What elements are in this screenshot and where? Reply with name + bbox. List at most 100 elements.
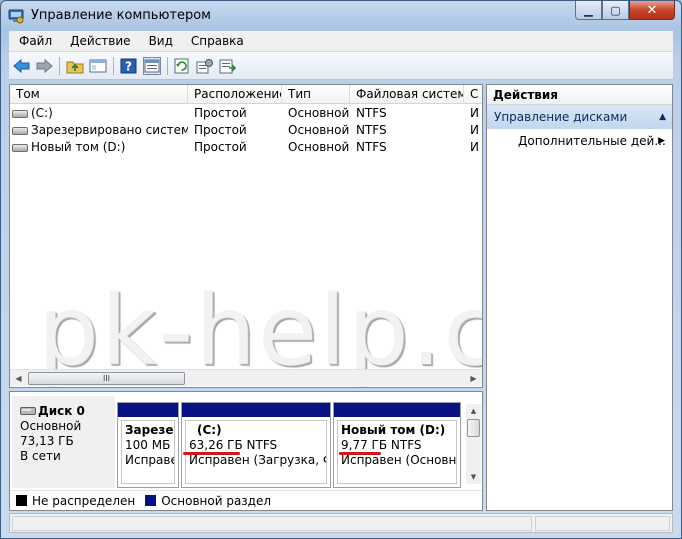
actions-section-disk-management[interactable]: Управление дисками ▲	[487, 105, 672, 129]
computer-management-icon	[8, 9, 24, 24]
volume-name: (C:)	[31, 106, 53, 120]
partition-details: Зарезер 100 МБ N Исправе	[121, 420, 175, 484]
scrollbar-thumb[interactable]: III	[28, 372, 185, 385]
partition-bar	[118, 403, 178, 417]
partition-title: (C:)	[197, 423, 222, 437]
legend-swatch-unallocated	[16, 495, 27, 506]
type-cell: Основной	[288, 123, 350, 137]
actions-section-label: Управление дисками	[494, 110, 628, 124]
partition-size: 63,26 ГБ NTFS	[189, 438, 278, 452]
scroll-up-arrow[interactable]: ▲	[466, 404, 481, 418]
export-list-button[interactable]	[219, 57, 237, 75]
actions-pane: Действия Управление дисками ▲ Дополнител…	[486, 84, 673, 511]
view-pane-icon	[144, 59, 160, 73]
toolbar-separator	[113, 57, 114, 75]
disk-status: В сети	[20, 449, 61, 463]
vertical-scrollbar[interactable]: ▲ ▼	[466, 404, 481, 484]
maximize-icon: ▢	[610, 3, 621, 17]
volume-icon	[12, 110, 28, 118]
scroll-right-arrow[interactable]: ▶	[465, 370, 482, 387]
menu-bar: Файл Действие Вид Справка	[9, 31, 673, 52]
type-cell: Основной	[288, 140, 350, 154]
computer-management-window: Управление компьютером ▁ ▢ ✕ Файл Действ…	[0, 0, 682, 539]
refresh-icon	[174, 58, 189, 74]
volume-name-cell: Зарезервировано системой	[10, 122, 188, 139]
legend-label-unallocated: Не распределен	[32, 493, 136, 508]
minimize-icon: ▁	[584, 3, 593, 17]
disk-type: Основной	[20, 419, 82, 433]
partition-title: Зарезер	[125, 423, 174, 437]
forward-arrow-icon	[36, 58, 53, 74]
column-header-status[interactable]: С	[464, 85, 482, 104]
folder-up-icon	[66, 61, 84, 74]
export-icon	[219, 59, 237, 74]
volume-rows: (C:) Простой Основной NTFS И Зарезервиро…	[10, 105, 482, 156]
volume-list-header: Том Расположение Тип Файловая система С	[10, 85, 482, 104]
close-button[interactable]: ✕	[629, 1, 675, 20]
disk-legend: Не распределен Основной раздел	[10, 490, 482, 510]
table-row[interactable]: Новый том (D:) Простой Основной NTFS И	[10, 139, 482, 156]
column-header-file-system[interactable]: Файловая система	[350, 85, 464, 104]
menu-file[interactable]: Файл	[9, 34, 61, 48]
view-pane-button[interactable]	[143, 57, 161, 75]
red-underline-c	[183, 452, 240, 455]
legend-swatch-primary	[145, 495, 157, 506]
toolbar: ?	[9, 52, 673, 80]
show-hide-console-tree-button[interactable]	[89, 57, 107, 75]
file-system-cell: NTFS	[356, 140, 387, 154]
maximize-button[interactable]: ▢	[602, 1, 629, 20]
partition-d[interactable]: Новый том (D:) 9,77 ГБ NTFS Исправен (Ос…	[333, 402, 461, 488]
disk-title: Диск 0	[20, 404, 115, 419]
scrollbar-thumb[interactable]	[467, 419, 480, 437]
up-one-level-button[interactable]	[66, 57, 84, 75]
type-cell: Основной	[288, 106, 350, 120]
layout-cell: Простой	[194, 106, 247, 120]
table-row[interactable]: Зарезервировано системой Простой Основно…	[10, 122, 482, 139]
partition-bar	[182, 403, 330, 417]
partition-system-reserved[interactable]: Зарезер 100 МБ N Исправе	[117, 402, 179, 488]
column-header-type[interactable]: Тип	[282, 85, 350, 104]
disk-map-pane: Диск 0 Основной 73,13 ГБ В сети Зарезер …	[9, 391, 483, 511]
back-button[interactable]	[13, 57, 31, 75]
submenu-arrow-icon: ▶	[658, 136, 665, 146]
column-header-volume[interactable]: Том	[10, 85, 188, 104]
properties-button[interactable]	[196, 57, 214, 75]
help-button[interactable]: ?	[120, 57, 138, 75]
forward-button[interactable]	[35, 57, 53, 75]
legend-label-primary: Основной раздел	[161, 493, 272, 508]
partition-c[interactable]: (C:) 63,26 ГБ NTFS Исправен (Загрузка, Ф…	[181, 402, 331, 488]
refresh-button[interactable]	[173, 57, 191, 75]
partition-size: 9,77 ГБ NTFS	[341, 438, 422, 452]
status-cell: И	[470, 140, 479, 154]
disk-name: Диск 0	[38, 404, 85, 418]
title-bar[interactable]: Управление компьютером ▁ ▢ ✕	[1, 1, 681, 31]
file-system-cell: NTFS	[356, 106, 387, 120]
scroll-left-arrow[interactable]: ◀	[10, 370, 27, 387]
scroll-down-arrow[interactable]: ▼	[466, 470, 481, 484]
disk-size: 73,13 ГБ	[20, 434, 74, 448]
volume-name-cell: Новый том (D:)	[10, 139, 188, 156]
volume-name: Новый том (D:)	[31, 140, 126, 154]
help-icon: ?	[120, 58, 137, 74]
status-cell: И	[470, 123, 479, 137]
partition-health: Исправе	[125, 453, 175, 467]
menu-view[interactable]: Вид	[140, 34, 182, 48]
volume-icon	[12, 127, 28, 135]
volume-icon	[12, 144, 28, 152]
menu-action[interactable]: Действие	[61, 34, 139, 48]
actions-header: Действия	[487, 85, 672, 105]
table-row[interactable]: (C:) Простой Основной NTFS И	[10, 105, 482, 122]
collapse-up-icon[interactable]: ▲	[659, 105, 666, 129]
layout-cell: Простой	[194, 140, 247, 154]
horizontal-scrollbar[interactable]: ◀ III ▶	[10, 369, 482, 386]
minimize-button[interactable]: ▁	[575, 1, 602, 20]
status-segment	[12, 516, 532, 531]
volume-list-pane: Том Расположение Тип Файловая система С …	[9, 84, 483, 388]
column-header-layout[interactable]: Расположение	[188, 85, 282, 104]
disk-0-label[interactable]: Диск 0 Основной 73,13 ГБ В сети	[12, 396, 115, 488]
partition-size: 100 МБ N	[125, 438, 174, 452]
menu-help[interactable]: Справка	[182, 34, 253, 48]
back-arrow-icon	[13, 58, 30, 74]
partition-title: Новый том (D:)	[341, 423, 446, 437]
more-actions-item[interactable]: Дополнительные дей... ▶	[487, 129, 672, 153]
